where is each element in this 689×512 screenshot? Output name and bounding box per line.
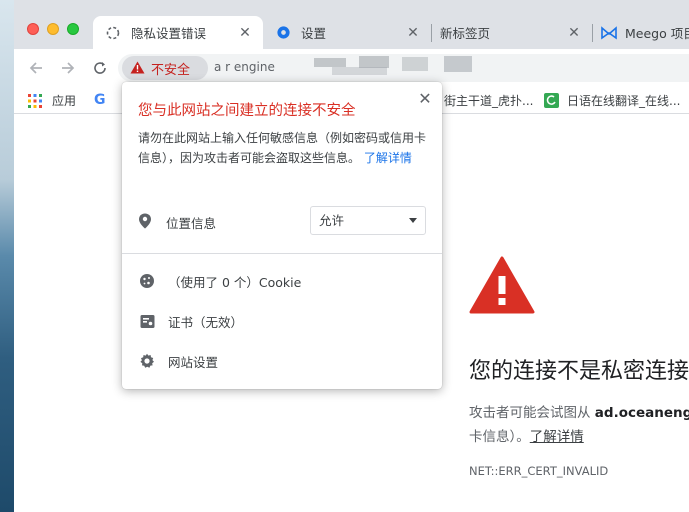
error-host: ad.oceanengine bbox=[594, 405, 689, 421]
blurred-url-block bbox=[314, 58, 346, 67]
certificate-item[interactable]: 证书（无效） bbox=[138, 309, 243, 333]
popup-body: 请勿在此网站上输入任何敏感信息（例如密码或信用卡信息），因为攻击者可能会盗取这些… bbox=[138, 128, 430, 168]
popup-divider bbox=[122, 253, 442, 254]
tab-strip: 隐私设置错误 ✕ 设置 ✕ 新标签页 ✕ Meego 项目 bbox=[14, 0, 689, 49]
tab-title: 新标签页 bbox=[440, 26, 491, 41]
bookmark-label: 街主干道_虎扑... bbox=[444, 94, 534, 108]
translate-icon bbox=[544, 93, 559, 108]
location-permission-select[interactable]: 允许 bbox=[310, 206, 426, 235]
tab-close-icon[interactable]: ✕ bbox=[237, 25, 253, 41]
tab-title: 隐私设置错误 bbox=[131, 26, 207, 41]
desktop-background bbox=[0, 0, 14, 512]
meego-logo-icon bbox=[601, 25, 617, 41]
apps-grid-icon bbox=[28, 93, 42, 108]
error-desc-suffix: 卡信息）。 bbox=[469, 429, 530, 445]
bookmark-label: 应用 bbox=[52, 94, 77, 108]
tab-close-icon[interactable]: ✕ bbox=[405, 25, 421, 41]
bookmark-label: 日语在线翻译_在线... bbox=[567, 94, 681, 108]
location-label: 位置信息 bbox=[166, 216, 217, 231]
error-desc-prefix: 攻击者可能会试图从 bbox=[469, 405, 591, 421]
cookies-label: （使用了 0 个）Cookie bbox=[168, 274, 302, 290]
tab-new-tab[interactable]: 新标签页 ✕ bbox=[432, 16, 592, 49]
blurred-url-block bbox=[444, 56, 472, 72]
security-chip[interactable]: 不安全 bbox=[122, 56, 208, 80]
popup-title: 您与此网站之间建立的连接不安全 bbox=[138, 103, 356, 119]
certificate-label: 证书（无效） bbox=[168, 314, 244, 330]
site-settings-item[interactable]: 网站设置 bbox=[138, 349, 218, 373]
tab-privacy-error[interactable]: 隐私设置错误 ✕ bbox=[93, 16, 263, 49]
certificate-icon bbox=[138, 314, 156, 329]
back-arrow-icon[interactable] bbox=[26, 58, 46, 78]
tab-settings[interactable]: 设置 ✕ bbox=[263, 16, 431, 49]
forward-arrow-icon[interactable] bbox=[58, 58, 78, 78]
close-window-button[interactable] bbox=[27, 23, 39, 35]
error-description: 攻击者可能会试图从 ad.oceanengine 卡信息）。了解详情 bbox=[469, 401, 689, 449]
bookmark-japanese-translate[interactable]: 日语在线翻译_在线... bbox=[544, 92, 680, 109]
url-text: a r engine bbox=[214, 60, 275, 74]
location-permission-row: 位置信息 允许 bbox=[138, 206, 426, 236]
location-pin-icon bbox=[138, 213, 152, 233]
popup-learn-more-link[interactable]: 了解详情 bbox=[364, 151, 412, 165]
bookmark-hupu[interactable]: 街主干道_虎扑... bbox=[444, 92, 533, 109]
location-select-value: 允许 bbox=[319, 213, 345, 228]
cookies-item[interactable]: （使用了 0 个）Cookie bbox=[138, 269, 301, 293]
close-icon[interactable]: ✕ bbox=[417, 89, 433, 108]
tab-meego[interactable]: Meego 项目 bbox=[593, 16, 689, 49]
site-settings-label: 网站设置 bbox=[168, 354, 219, 370]
loading-spinner-icon bbox=[105, 25, 121, 41]
chevron-down-icon bbox=[409, 218, 417, 223]
warning-triangle-icon bbox=[130, 59, 145, 78]
minimize-window-button[interactable] bbox=[47, 23, 59, 35]
blurred-url-block bbox=[359, 56, 389, 68]
maximize-window-button[interactable] bbox=[67, 23, 79, 35]
reload-icon[interactable] bbox=[90, 58, 110, 78]
blurred-url-block bbox=[402, 57, 428, 71]
gear-icon bbox=[275, 25, 291, 41]
error-code: NET::ERR_CERT_INVALID bbox=[469, 464, 609, 478]
site-info-popup: ✕ 您与此网站之间建立的连接不安全 请勿在此网站上输入任何敏感信息（例如密码或信… bbox=[122, 82, 442, 389]
tab-title: 设置 bbox=[301, 26, 327, 41]
error-title: 您的连接不是私密连接 bbox=[469, 359, 689, 384]
bookmark-apps[interactable]: 应用 bbox=[28, 92, 76, 109]
blurred-url-block bbox=[332, 67, 387, 75]
toolbar: 不安全 a r engine bbox=[14, 49, 689, 86]
security-chip-label: 不安全 bbox=[151, 62, 191, 78]
tab-close-icon[interactable]: ✕ bbox=[566, 25, 582, 41]
tab-title: Meego 项目 bbox=[625, 26, 689, 41]
google-icon[interactable]: G bbox=[94, 92, 106, 108]
warning-triangle-icon bbox=[469, 256, 535, 318]
cookie-icon bbox=[138, 273, 156, 289]
gear-icon bbox=[138, 353, 156, 369]
error-learn-more-link[interactable]: 了解详情 bbox=[530, 429, 584, 445]
